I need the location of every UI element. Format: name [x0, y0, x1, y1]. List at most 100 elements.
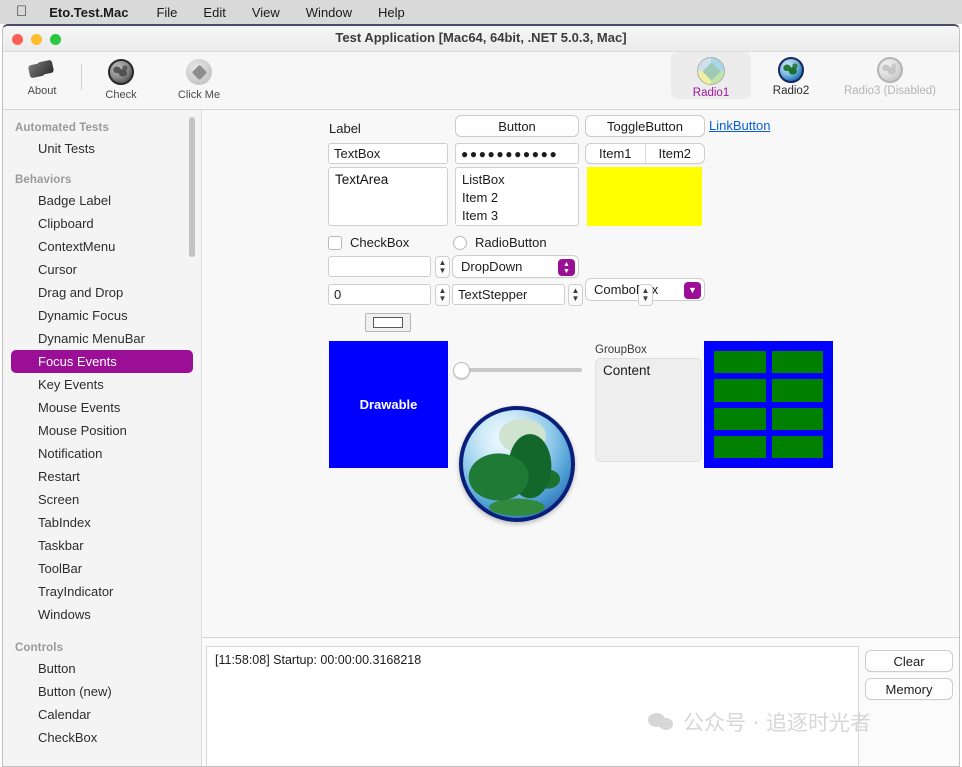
- listbox-item[interactable]: Item 2: [462, 189, 572, 207]
- sidebar-item-windows[interactable]: Windows: [11, 603, 193, 626]
- grid-cell[interactable]: [714, 436, 766, 458]
- sidebar-item-contextmenu[interactable]: ContextMenu: [11, 235, 193, 258]
- slider-knob[interactable]: [453, 362, 470, 379]
- menu-item-help[interactable]: Help: [378, 5, 405, 20]
- toolbar-radio-radio2[interactable]: Radio2: [751, 52, 831, 99]
- toolbar-button-about[interactable]: About: [3, 52, 81, 101]
- radiobutton-circle[interactable]: [453, 236, 467, 250]
- checkbox-row[interactable]: CheckBox: [328, 235, 409, 250]
- app-root:  Eto.Test.Mac File Edit View Window Hel…: [0, 0, 962, 767]
- sidebar-item-unit-tests[interactable]: Unit Tests: [11, 137, 193, 160]
- sidebar-item-key-events[interactable]: Key Events: [11, 373, 193, 396]
- toolbar-button-check[interactable]: Check: [82, 52, 160, 101]
- sidebar-item-button[interactable]: Button: [11, 657, 193, 680]
- button[interactable]: Button: [455, 115, 579, 137]
- form-label: Label: [329, 121, 361, 136]
- bare-stepper-arrows[interactable]: ▲ ▼: [638, 284, 653, 306]
- menu-item-window[interactable]: Window: [306, 5, 352, 20]
- grid-cell[interactable]: [772, 379, 824, 401]
- clear-button[interactable]: Clear: [865, 650, 953, 672]
- sidebar[interactable]: Automated Tests Unit Tests Behaviors Bad…: [3, 110, 202, 767]
- sidebar-item-mouse-events[interactable]: Mouse Events: [11, 396, 193, 419]
- numeric-stepper-arrows[interactable]: ▲ ▼: [435, 256, 450, 278]
- toggle-button[interactable]: ToggleButton: [585, 115, 705, 137]
- globe-image: [459, 406, 575, 522]
- drawable-panel[interactable]: Drawable: [329, 341, 448, 468]
- globe-grey-icon: [877, 57, 903, 83]
- stepper-down-icon[interactable]: ▼: [439, 267, 447, 275]
- sidebar-item-trayindicator[interactable]: TrayIndicator: [11, 580, 193, 603]
- log-output[interactable]: [11:58:08] Startup: 00:00:00.3168218: [206, 646, 859, 767]
- sidebar-item-checkbox[interactable]: CheckBox: [11, 726, 193, 749]
- memory-button[interactable]: Memory: [865, 678, 953, 700]
- chevron-updown-icon[interactable]: ▲▼: [558, 259, 575, 276]
- window-title: Test Application [Mac64, 64bit, .NET 5.0…: [3, 30, 959, 45]
- grid-cell[interactable]: [772, 351, 824, 373]
- sidebar-item-focus-events[interactable]: Focus Events: [11, 350, 193, 373]
- sidebar-item-tabindex[interactable]: TabIndex: [11, 511, 193, 534]
- menu-item-view[interactable]: View: [252, 5, 280, 20]
- password-input[interactable]: ●●●●●●●●●●●: [455, 143, 579, 164]
- checkbox-box[interactable]: [328, 236, 342, 250]
- textarea-input[interactable]: TextArea: [328, 167, 448, 226]
- radiobutton-label: RadioButton: [475, 235, 547, 250]
- sidebar-item-dynamic-focus[interactable]: Dynamic Focus: [11, 304, 193, 327]
- sidebar-scrollbar[interactable]: [189, 117, 195, 257]
- slider-track[interactable]: [465, 368, 582, 372]
- checkbox-label: CheckBox: [350, 235, 409, 250]
- sidebar-item-button-new[interactable]: Button (new): [11, 680, 193, 703]
- color-wheel-icon: [697, 57, 725, 85]
- listbox[interactable]: ListBox Item 2 Item 3: [455, 167, 579, 226]
- segmented-control[interactable]: Item1 Item2: [585, 143, 705, 164]
- window-body: Automated Tests Unit Tests Behaviors Bad…: [3, 110, 959, 767]
- textbox-input[interactable]: TextBox: [328, 143, 448, 164]
- sidebar-item-clipboard[interactable]: Clipboard: [11, 212, 193, 235]
- listbox-item[interactable]: ListBox: [462, 171, 572, 189]
- stepper-down-icon[interactable]: ▼: [439, 295, 447, 303]
- stepper-down-icon[interactable]: ▼: [572, 295, 580, 303]
- sidebar-group-title: Automated Tests: [3, 116, 201, 137]
- sidebar-group-title: Behaviors: [3, 168, 201, 189]
- apple-logo-icon[interactable]: : [16, 4, 27, 19]
- sidebar-item-screen[interactable]: Screen: [11, 488, 193, 511]
- sidebar-item-taskbar[interactable]: Taskbar: [11, 534, 193, 557]
- listbox-item[interactable]: Item 3: [462, 207, 572, 225]
- toolbar-button-clickme[interactable]: Click Me: [160, 52, 238, 101]
- sidebar-item-cursor[interactable]: Cursor: [11, 258, 193, 281]
- sidebar-item-mouse-position[interactable]: Mouse Position: [11, 419, 193, 442]
- sidebar-item-badge-label[interactable]: Badge Label: [11, 189, 193, 212]
- numeric-zero-input[interactable]: 0: [328, 284, 431, 305]
- globe-dark-icon: [108, 59, 134, 85]
- grid-panel[interactable]: [704, 341, 833, 468]
- sidebar-item-restart[interactable]: Restart: [11, 465, 193, 488]
- dropdown[interactable]: DropDown ▲▼: [452, 255, 579, 278]
- color-picker[interactable]: [365, 313, 411, 332]
- grid-cell[interactable]: [714, 351, 766, 373]
- grid-cell[interactable]: [772, 436, 824, 458]
- menu-item-edit[interactable]: Edit: [203, 5, 225, 20]
- stepper-down-icon[interactable]: ▼: [642, 295, 650, 303]
- sidebar-item-dynamic-menubar[interactable]: Dynamic MenuBar: [11, 327, 193, 350]
- segment-item1[interactable]: Item1: [586, 144, 645, 163]
- sidebar-item-notification[interactable]: Notification: [11, 442, 193, 465]
- segment-item2[interactable]: Item2: [645, 144, 705, 163]
- grid-cell[interactable]: [714, 408, 766, 430]
- sidebar-item-toolbar[interactable]: ToolBar: [11, 557, 193, 580]
- link-button[interactable]: LinkButton: [709, 118, 770, 133]
- text-stepper-input[interactable]: TextStepper: [452, 284, 565, 305]
- groupbox: GroupBox Content: [595, 344, 702, 462]
- grid-cell[interactable]: [772, 408, 824, 430]
- numeric-zero-stepper-arrows[interactable]: ▲ ▼: [435, 284, 450, 306]
- toolbar-radio-radio3: Radio3 (Disabled): [831, 52, 949, 99]
- grid-cell[interactable]: [714, 379, 766, 401]
- chevron-down-icon[interactable]: ▼: [684, 282, 701, 299]
- radiobutton-row[interactable]: RadioButton: [453, 235, 547, 250]
- menu-item-file[interactable]: File: [156, 5, 177, 20]
- toolbar-radio-radio1[interactable]: Radio1: [671, 52, 751, 99]
- sidebar-item-drag-and-drop[interactable]: Drag and Drop: [11, 281, 193, 304]
- menu-item-app[interactable]: Eto.Test.Mac: [49, 5, 128, 20]
- slider[interactable]: [453, 362, 582, 379]
- numeric-stepper-input[interactable]: [328, 256, 431, 277]
- text-stepper-arrows[interactable]: ▲ ▼: [568, 284, 583, 306]
- sidebar-item-calendar[interactable]: Calendar: [11, 703, 193, 726]
